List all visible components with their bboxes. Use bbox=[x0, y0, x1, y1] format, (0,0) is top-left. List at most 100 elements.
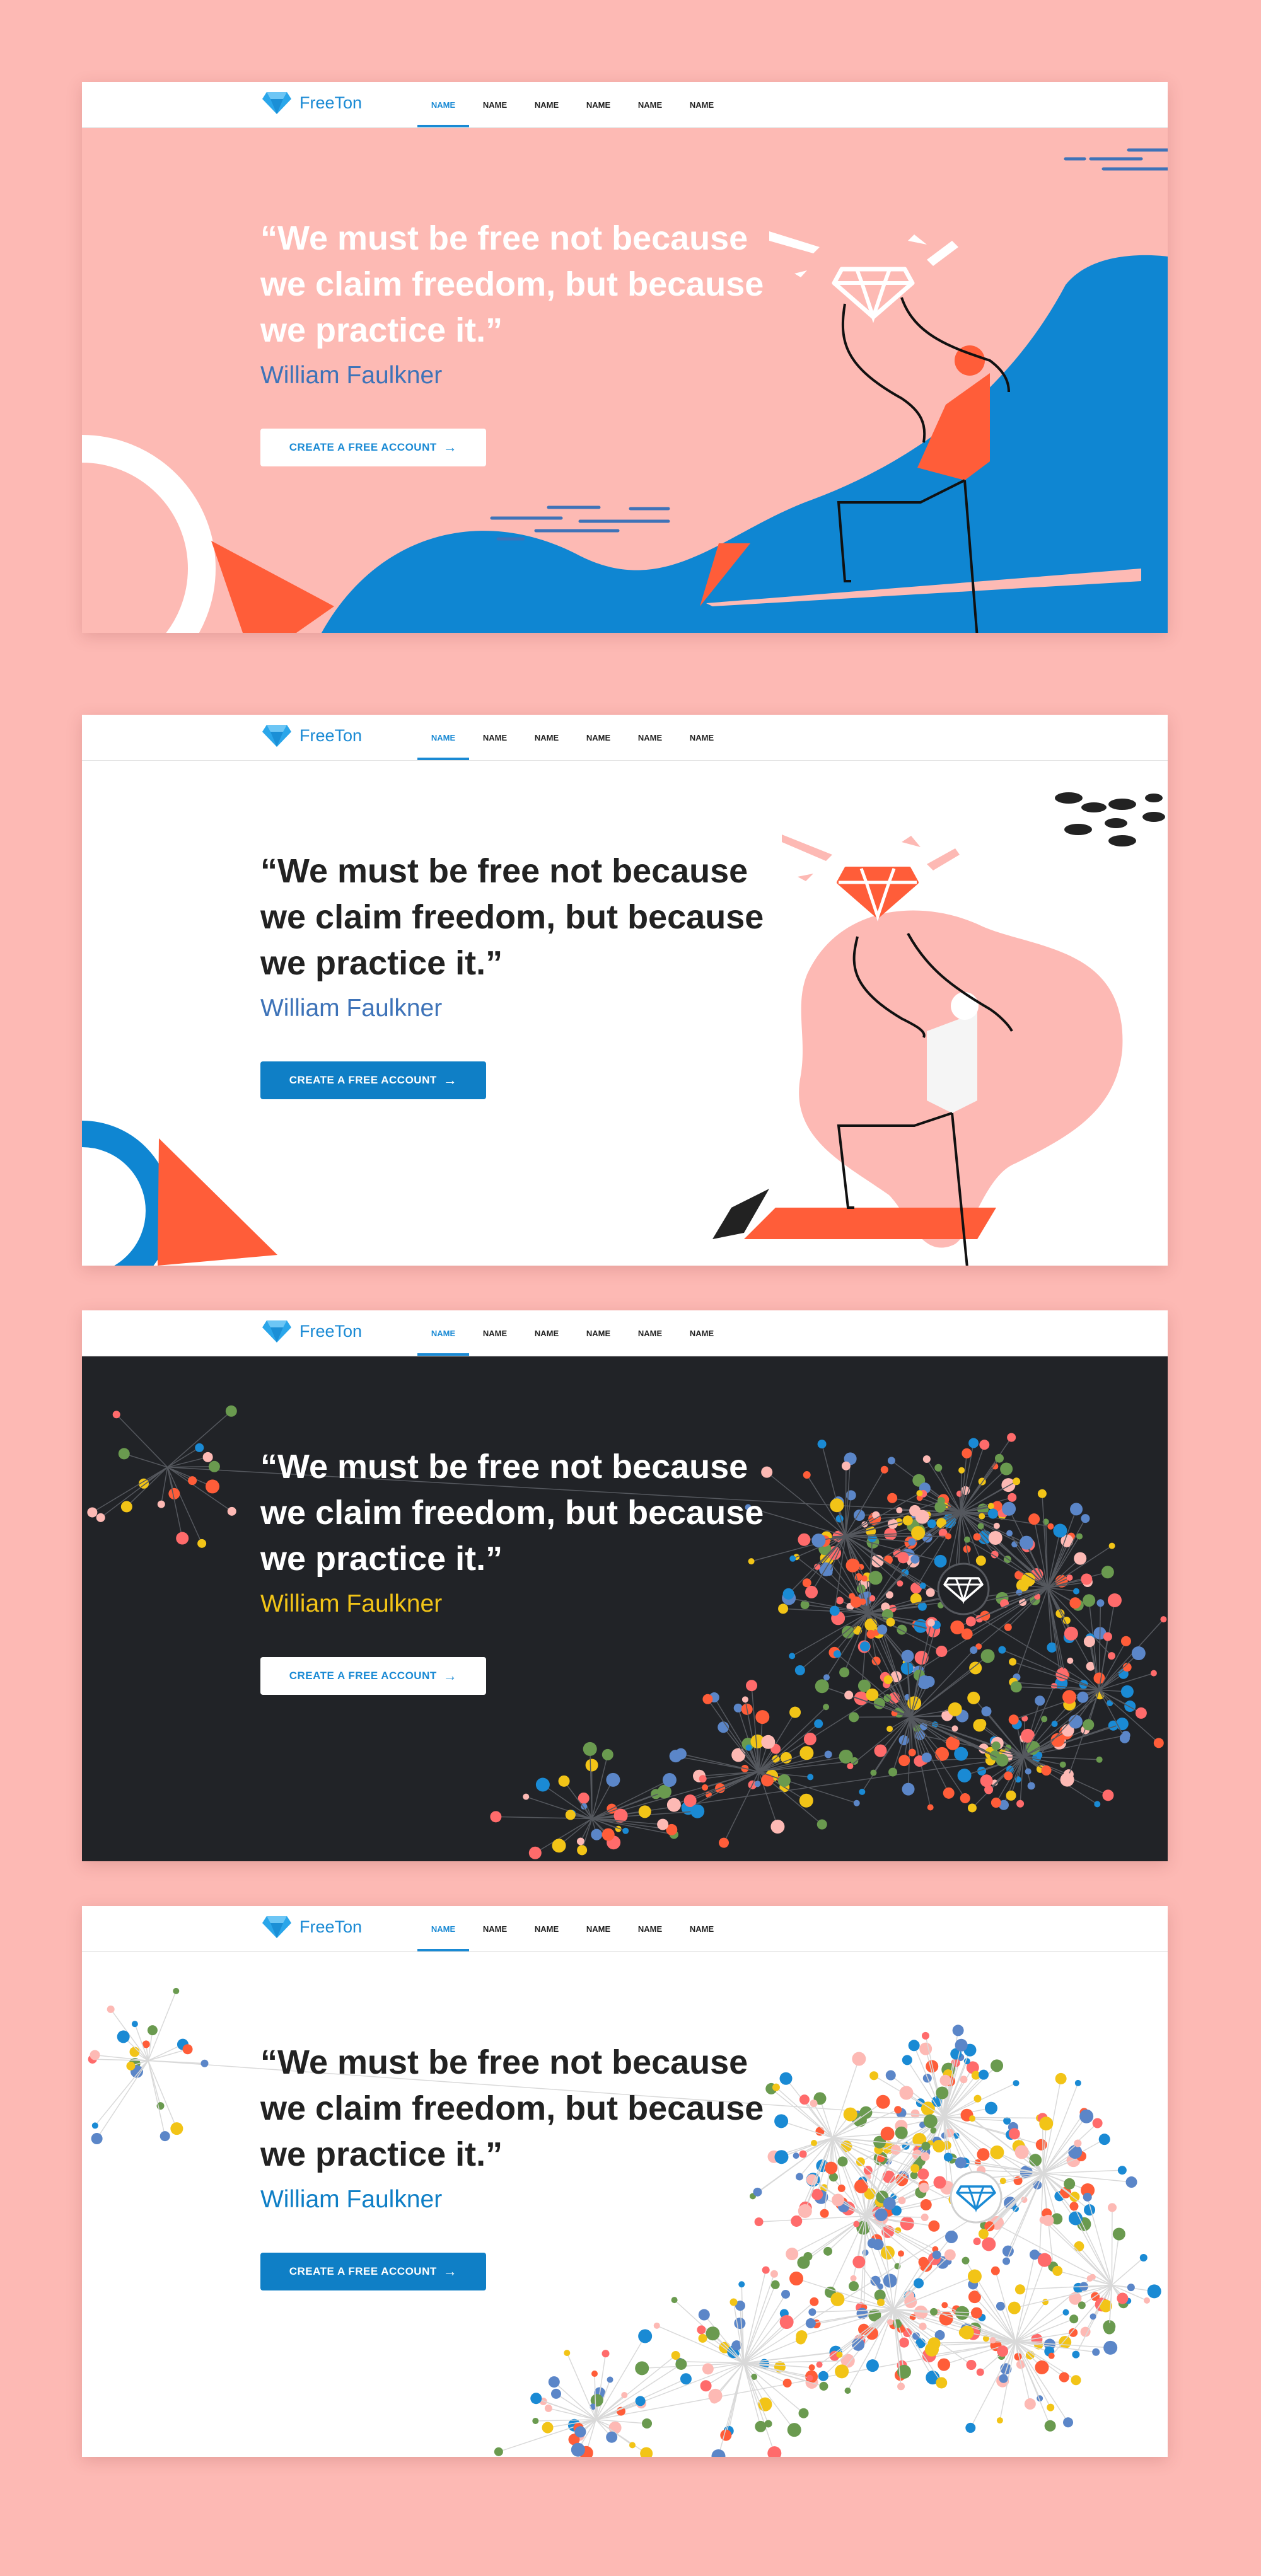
network-node bbox=[1016, 1799, 1025, 1808]
network-node bbox=[1071, 2375, 1081, 2386]
network-node bbox=[969, 2115, 976, 2122]
nav-item-5[interactable]: NAME bbox=[624, 715, 676, 760]
network-edge bbox=[832, 2059, 860, 2139]
create-account-button[interactable]: CREATE A FREE ACCOUNT → bbox=[260, 429, 486, 466]
network-node bbox=[780, 1752, 792, 1764]
network-node bbox=[793, 2152, 799, 2159]
nav-item-2[interactable]: NAME bbox=[469, 82, 521, 127]
network-node bbox=[1036, 1752, 1043, 1759]
nav-item-4[interactable]: NAME bbox=[572, 715, 624, 760]
network-node bbox=[523, 1793, 530, 1800]
network-node bbox=[1035, 1695, 1045, 1706]
nav-item-5[interactable]: NAME bbox=[624, 1906, 676, 1951]
network-node bbox=[638, 1805, 651, 1818]
network-edge bbox=[148, 2060, 166, 2137]
network-node bbox=[708, 2388, 723, 2403]
brand-logo[interactable]: FreeTon bbox=[262, 1319, 362, 1343]
network-node bbox=[936, 2086, 949, 2099]
brand-logo[interactable]: FreeTon bbox=[262, 1915, 362, 1939]
network-node bbox=[1014, 2145, 1029, 2159]
create-account-button[interactable]: CREATE A FREE ACCOUNT → bbox=[260, 1061, 486, 1099]
network-node bbox=[911, 1526, 926, 1540]
network-node bbox=[1064, 1626, 1078, 1641]
network-node bbox=[1055, 1609, 1065, 1618]
nav-item-2[interactable]: NAME bbox=[469, 1906, 521, 1951]
network-node bbox=[206, 1479, 220, 1494]
nav-item-1[interactable]: NAME bbox=[417, 1310, 469, 1356]
nav-item-6[interactable]: NAME bbox=[676, 715, 728, 760]
network-node bbox=[1014, 2284, 1025, 2295]
network-node bbox=[980, 1774, 993, 1788]
network-node bbox=[787, 2423, 801, 2437]
network-node bbox=[984, 2101, 997, 2115]
nav-item-3[interactable]: NAME bbox=[521, 82, 572, 127]
network-node bbox=[638, 2329, 653, 2343]
nav-item-4[interactable]: NAME bbox=[572, 82, 624, 127]
network-node bbox=[887, 1457, 895, 1465]
network-node bbox=[943, 2152, 953, 2162]
brand-logo[interactable]: FreeTon bbox=[262, 91, 362, 115]
nav-item-3[interactable]: NAME bbox=[521, 1310, 572, 1356]
network-edge bbox=[1006, 2173, 1044, 2261]
nav-item-1[interactable]: NAME bbox=[417, 715, 469, 760]
network-node bbox=[1000, 1462, 1013, 1476]
network-node bbox=[943, 1787, 955, 1799]
network-node bbox=[1027, 1782, 1035, 1790]
nav-item-3[interactable]: NAME bbox=[521, 1906, 572, 1951]
network-node bbox=[902, 1782, 915, 1796]
nav-item-5[interactable]: NAME bbox=[624, 82, 676, 127]
nav-item-2[interactable]: NAME bbox=[469, 1310, 521, 1356]
network-node bbox=[729, 2298, 738, 2306]
nav-item-1[interactable]: NAME bbox=[417, 1906, 469, 1951]
network-node bbox=[1131, 1646, 1146, 1661]
network-node bbox=[918, 2256, 929, 2267]
network-node bbox=[1010, 1681, 1022, 1693]
network-node bbox=[1076, 1533, 1083, 1540]
network-node bbox=[880, 2246, 895, 2260]
nav-item-6[interactable]: NAME bbox=[676, 1310, 728, 1356]
network-node bbox=[1013, 1477, 1021, 1486]
network-edge bbox=[1043, 2173, 1132, 2183]
network-node bbox=[920, 2199, 932, 2211]
network-node bbox=[820, 2209, 829, 2218]
brand-name: FreeTon bbox=[299, 93, 363, 112]
network-node bbox=[955, 2157, 967, 2169]
network-node bbox=[946, 1736, 960, 1750]
network-edge bbox=[96, 2060, 149, 2139]
network-node bbox=[791, 2215, 803, 2227]
network-node bbox=[1115, 1718, 1129, 1731]
nav-item-6[interactable]: NAME bbox=[676, 82, 728, 127]
network-node bbox=[1124, 1701, 1136, 1713]
create-account-button[interactable]: CREATE A FREE ACCOUNT → bbox=[260, 2253, 486, 2290]
network-node bbox=[1125, 2176, 1137, 2188]
network-node bbox=[1069, 2202, 1079, 2211]
nav-item-6[interactable]: NAME bbox=[676, 1906, 728, 1951]
nav-item-3[interactable]: NAME bbox=[521, 715, 572, 760]
network-node bbox=[87, 1507, 98, 1518]
network-node bbox=[1096, 1599, 1105, 1607]
network-node bbox=[998, 1646, 1006, 1654]
network-node bbox=[1103, 2340, 1118, 2355]
nav-item-4[interactable]: NAME bbox=[572, 1310, 624, 1356]
network-node bbox=[948, 1702, 962, 1716]
network-node bbox=[941, 2302, 948, 2309]
network-node bbox=[803, 2251, 813, 2261]
network-node bbox=[899, 2086, 914, 2100]
network-node bbox=[90, 2050, 100, 2060]
network-node bbox=[1079, 2109, 1094, 2123]
network-node bbox=[782, 1588, 794, 1600]
nav-item-5[interactable]: NAME bbox=[624, 1310, 676, 1356]
network-node bbox=[975, 1556, 986, 1566]
network-node bbox=[1098, 2134, 1110, 2146]
network-node bbox=[973, 2094, 982, 2103]
network-node bbox=[1119, 1733, 1130, 1743]
nav-item-4[interactable]: NAME bbox=[572, 1906, 624, 1951]
brand-logo[interactable]: FreeTon bbox=[262, 724, 362, 748]
nav-item-1[interactable]: NAME bbox=[417, 82, 469, 127]
network-node bbox=[675, 1748, 687, 1760]
create-account-button[interactable]: CREATE A FREE ACCOUNT → bbox=[260, 1657, 486, 1695]
network-node bbox=[552, 1839, 566, 1853]
nav-item-2[interactable]: NAME bbox=[469, 715, 521, 760]
top-navbar: FreeTon NAME NAME NAME NAME NAME NAME bbox=[82, 1310, 1168, 1356]
network-node bbox=[642, 2418, 653, 2429]
